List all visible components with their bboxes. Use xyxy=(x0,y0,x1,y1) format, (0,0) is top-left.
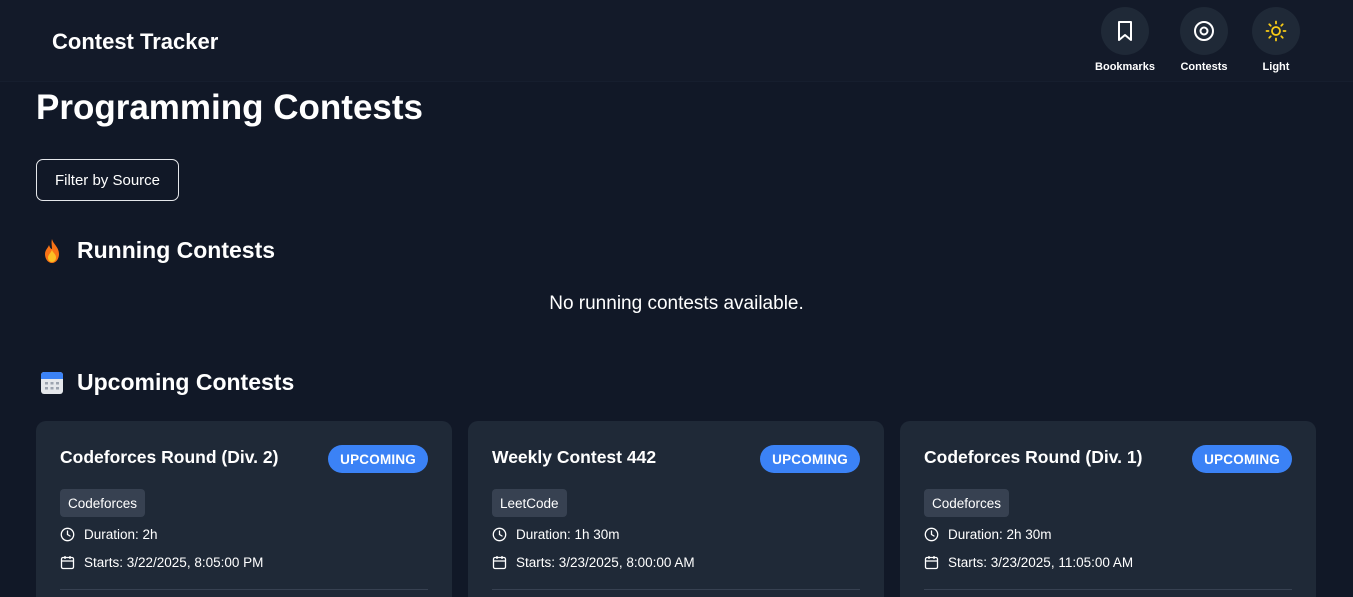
source-tag: LeetCode xyxy=(492,489,567,517)
duration-text: Duration: 1h 30m xyxy=(516,527,620,542)
calendar-icon xyxy=(924,556,939,570)
duration-row: Duration: 2h xyxy=(60,527,158,542)
bookmark-icon xyxy=(1118,21,1132,41)
nav-bookmarks-label: Bookmarks xyxy=(1095,61,1155,73)
start-time-text: Starts: 3/23/2025, 11:05:00 AM xyxy=(948,555,1134,570)
card-divider xyxy=(492,589,860,590)
contest-card[interactable]: Codeforces Round (Div. 1) UPCOMING Codef… xyxy=(900,421,1316,597)
contest-title[interactable]: Codeforces Round (Div. 1) xyxy=(924,447,1142,468)
source-tag: Codeforces xyxy=(924,489,1010,517)
contests-icon-circle[interactable] xyxy=(1180,7,1228,55)
nav-theme-toggle[interactable]: Light xyxy=(1244,7,1308,73)
calendar-emoji-icon xyxy=(40,370,64,396)
fire-icon xyxy=(40,238,64,264)
running-empty-message: No running contests available. xyxy=(549,293,804,314)
status-badge: UPCOMING xyxy=(1192,445,1292,473)
filter-by-source-button[interactable]: Filter by Source xyxy=(36,159,179,201)
contest-title[interactable]: Codeforces Round (Div. 2) xyxy=(60,447,278,468)
app-brand[interactable]: Contest Tracker xyxy=(52,29,218,55)
navbar: Contest Tracker Bookmarks Contests Light xyxy=(0,0,1353,82)
nav-contests-button[interactable]: Contests xyxy=(1172,7,1236,73)
page-title: Programming Contests xyxy=(36,88,423,127)
status-badge: UPCOMING xyxy=(760,445,860,473)
start-time-text: Starts: 3/22/2025, 8:05:00 PM xyxy=(84,555,264,570)
target-icon xyxy=(1194,21,1214,41)
clock-icon xyxy=(60,527,75,542)
card-divider xyxy=(924,589,1292,590)
nav-theme-label: Light xyxy=(1262,61,1290,73)
running-contests-heading: Running Contests xyxy=(40,237,275,264)
bookmarks-icon-circle[interactable] xyxy=(1101,7,1149,55)
source-tag: Codeforces xyxy=(60,489,146,517)
running-contests-title: Running Contests xyxy=(77,237,276,263)
calendar-icon xyxy=(60,556,75,570)
start-time-row: Starts: 3/22/2025, 8:05:00 PM xyxy=(60,555,263,570)
contest-title[interactable]: Weekly Contest 442 xyxy=(492,447,656,468)
contest-card[interactable]: Weekly Contest 442 UPCOMING LeetCode Dur… xyxy=(468,421,884,597)
card-divider xyxy=(60,589,428,590)
status-badge: UPCOMING xyxy=(328,445,428,473)
upcoming-contests-title: Upcoming Contests xyxy=(77,369,295,395)
nav-bookmarks-button[interactable]: Bookmarks xyxy=(1093,7,1157,73)
clock-icon xyxy=(492,527,507,542)
duration-text: Duration: 2h xyxy=(84,527,158,542)
nav-contests-label: Contests xyxy=(1180,61,1228,73)
sun-icon xyxy=(1265,20,1287,42)
theme-icon-circle[interactable] xyxy=(1252,7,1300,55)
duration-row: Duration: 2h 30m xyxy=(924,527,1052,542)
start-time-row: Starts: 3/23/2025, 8:00:00 AM xyxy=(492,555,695,570)
clock-icon xyxy=(924,527,939,542)
upcoming-contests-heading: Upcoming Contests xyxy=(40,369,294,396)
calendar-icon xyxy=(492,556,507,570)
duration-row: Duration: 1h 30m xyxy=(492,527,620,542)
start-time-text: Starts: 3/23/2025, 8:00:00 AM xyxy=(516,555,695,570)
start-time-row: Starts: 3/23/2025, 11:05:00 AM xyxy=(924,555,1133,570)
contest-card[interactable]: Codeforces Round (Div. 2) UPCOMING Codef… xyxy=(36,421,452,597)
duration-text: Duration: 2h 30m xyxy=(948,527,1052,542)
